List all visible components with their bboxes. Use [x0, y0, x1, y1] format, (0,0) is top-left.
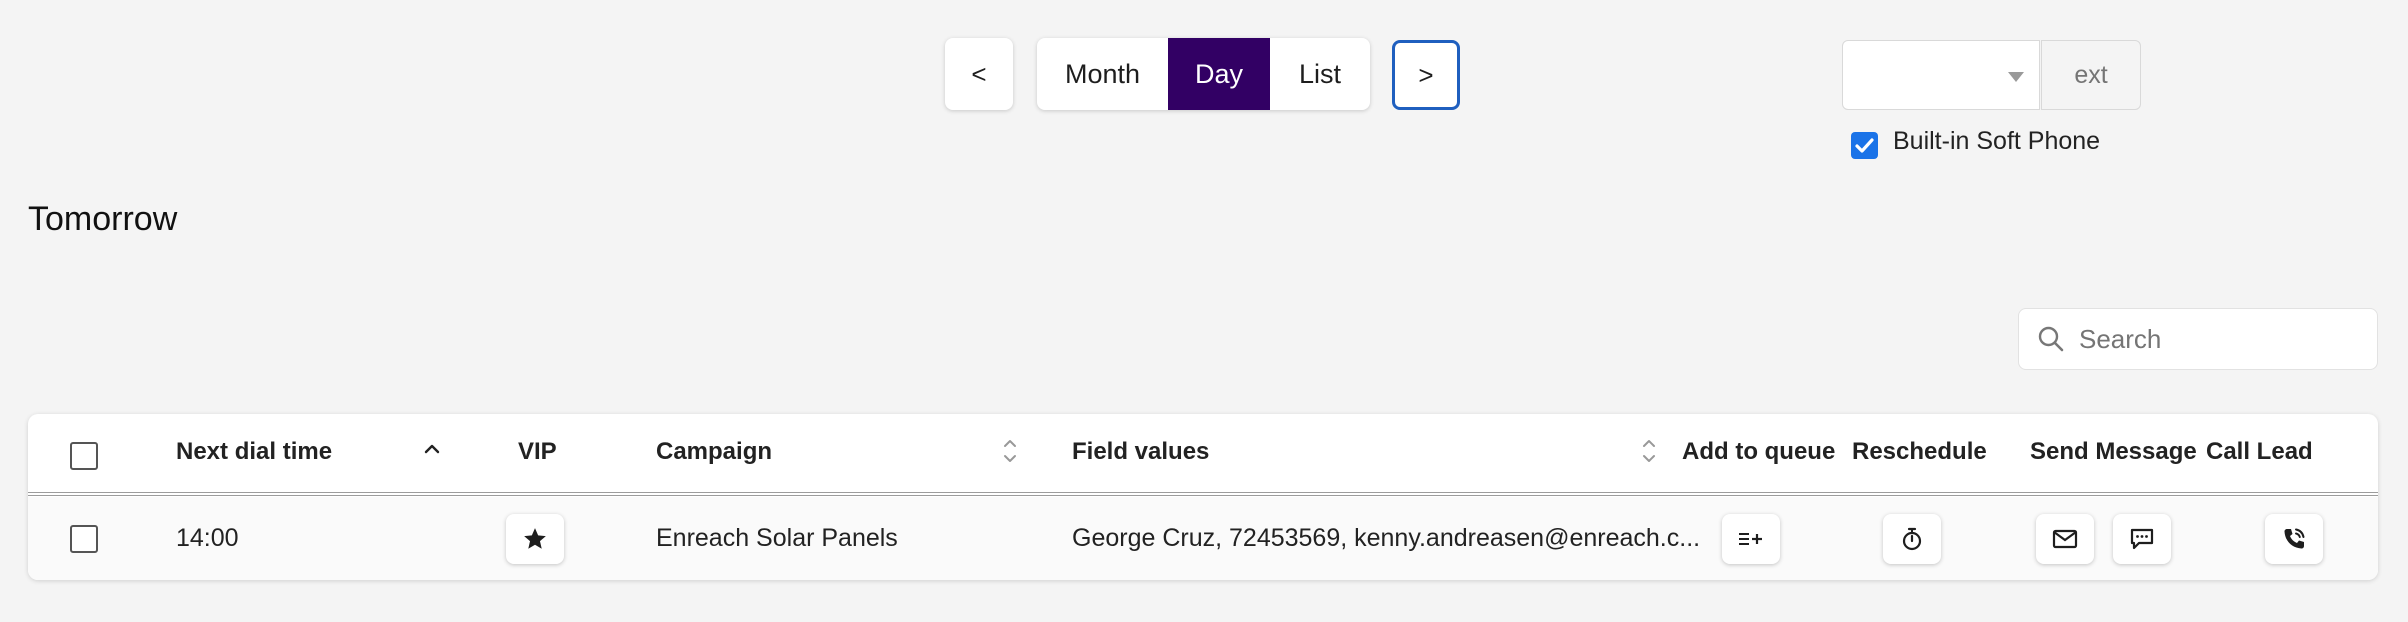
phone-call-icon — [2284, 528, 2305, 549]
star-icon — [524, 528, 546, 549]
view-list-button[interactable]: List — [1270, 38, 1370, 110]
search-icon — [2038, 326, 2064, 352]
row-next-dial-time: 14:00 — [176, 524, 239, 552]
view-month-button[interactable]: Month — [1037, 38, 1168, 110]
row-checkbox[interactable] — [70, 525, 98, 553]
header-call-lead: Call Lead — [2206, 438, 2313, 465]
envelope-icon — [2052, 529, 2078, 549]
search-box[interactable] — [2018, 308, 2378, 370]
header-field-values[interactable]: Field values — [1072, 438, 1209, 466]
leads-table: Next dial time VIP Campaign Field values… — [28, 414, 2378, 580]
sort-asc-icon[interactable] — [423, 442, 441, 456]
row-field-values: George Cruz, 72453569, kenny.andreasen@e… — [1072, 524, 1701, 552]
check-icon — [1855, 138, 1874, 153]
view-switcher: Month Day List — [1037, 38, 1370, 110]
softphone-label: Built-in Soft Phone — [1893, 127, 2101, 155]
softphone-checkbox[interactable] — [1851, 132, 1878, 159]
reschedule-button[interactable] — [1883, 514, 1941, 564]
header-divider — [28, 492, 2378, 496]
view-day-button[interactable]: Day — [1168, 38, 1270, 110]
send-sms-button[interactable] — [2113, 514, 2171, 564]
row-campaign: Enreach Solar Panels — [656, 524, 898, 552]
table-header: Next dial time VIP Campaign Field values… — [28, 414, 2378, 492]
vip-button[interactable] — [506, 514, 564, 564]
table-row: 14:00 Enreach Solar Panels George Cruz, … — [28, 497, 2378, 580]
ext-input[interactable] — [2041, 40, 2141, 110]
send-email-button[interactable] — [2036, 514, 2094, 564]
chevron-down-icon — [2008, 72, 2024, 82]
add-to-queue-button[interactable] — [1722, 514, 1780, 564]
call-lead-button[interactable] — [2265, 514, 2323, 564]
prev-label: < — [971, 58, 987, 89]
stopwatch-icon — [1902, 527, 1922, 551]
phone-select[interactable] — [1842, 40, 2040, 110]
next-button[interactable]: > — [1392, 40, 1460, 110]
header-reschedule: Reschedule — [1852, 438, 1987, 465]
queue-add-icon — [1739, 533, 1762, 545]
header-vip: VIP — [518, 438, 557, 465]
prev-button[interactable]: < — [945, 38, 1013, 110]
header-campaign[interactable]: Campaign — [656, 438, 772, 466]
header-add-to-queue: Add to queue — [1682, 438, 1836, 465]
chat-bubble-icon — [2130, 528, 2154, 550]
header-next-dial-time[interactable]: Next dial time — [176, 438, 332, 466]
section-title: Tomorrow — [28, 200, 178, 238]
sort-both-icon[interactable] — [1640, 436, 1658, 466]
next-label: > — [1418, 59, 1434, 90]
search-input[interactable] — [2077, 322, 2361, 356]
view-day-label: Day — [1194, 58, 1243, 89]
select-all-checkbox[interactable] — [70, 442, 98, 470]
sort-both-icon[interactable] — [1001, 436, 1019, 466]
view-month-label: Month — [1064, 58, 1141, 89]
view-list-label: List — [1298, 58, 1342, 89]
header-send-message: Send Message — [2030, 438, 2197, 465]
